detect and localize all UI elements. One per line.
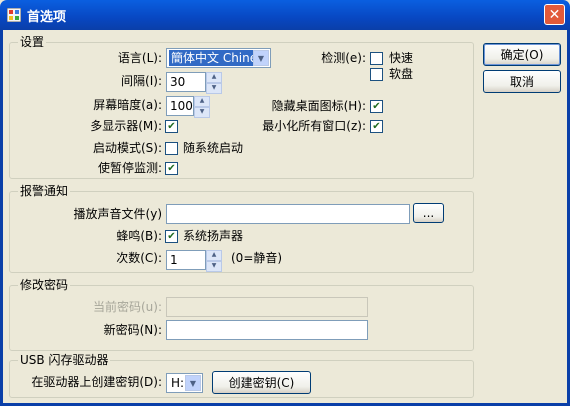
multi-monitor-checkbox[interactable] xyxy=(165,120,178,133)
pause-checkbox[interactable] xyxy=(165,162,178,175)
interval-label: 间隔(I): xyxy=(121,74,162,88)
new-password-field[interactable] xyxy=(166,320,368,340)
detect-fast-label[interactable]: 快速 xyxy=(389,50,413,66)
current-password-label: 当前密码(u): xyxy=(92,300,162,314)
close-icon: ✕ xyxy=(548,6,561,23)
ok-button[interactable]: 确定(O) xyxy=(483,43,561,66)
spin-down-icon[interactable]: ▼ xyxy=(206,83,222,94)
startup-label: 启动模式(S): xyxy=(92,141,162,155)
spin-up-icon[interactable]: ▲ xyxy=(194,96,210,107)
detect-disk-checkbox[interactable] xyxy=(370,68,383,81)
count-hint: (0=静音) xyxy=(231,251,283,265)
sound-file-input[interactable] xyxy=(166,204,410,224)
alarm-group-title: 报警通知 xyxy=(18,184,71,198)
drive-label: 在驱动器上创建密钥(D): xyxy=(31,375,162,389)
sound-file-label: 播放声音文件(y) xyxy=(73,207,162,221)
spin-down-icon[interactable]: ▼ xyxy=(194,107,210,118)
password-group-title: 修改密码 xyxy=(18,278,71,292)
window-title: 首选项 xyxy=(27,10,67,25)
spin-down-icon[interactable]: ▼ xyxy=(206,261,222,272)
count-stepper[interactable]: ▲ ▼ xyxy=(206,250,222,272)
minimize-checkbox[interactable] xyxy=(370,120,383,133)
language-select[interactable]: 簡体中文 Chines ▼ xyxy=(166,48,271,68)
dim-stepper[interactable]: ▲ ▼ xyxy=(194,96,210,118)
browse-button-label: ... xyxy=(422,206,435,220)
multi-monitor-label: 多显示器(M): xyxy=(90,119,162,133)
startup-checkbox[interactable] xyxy=(165,142,178,155)
settings-group-title: 设置 xyxy=(18,35,47,49)
chevron-down-icon[interactable]: ▼ xyxy=(185,375,201,391)
interval-field[interactable]: 30 xyxy=(166,72,206,92)
cancel-button[interactable]: 取消 xyxy=(483,70,561,93)
detect-fast-checkbox[interactable] xyxy=(370,52,383,65)
hide-icon-checkbox[interactable] xyxy=(370,100,383,113)
app-icon xyxy=(7,8,21,22)
drive-value: H: xyxy=(171,376,185,390)
spin-up-icon[interactable]: ▲ xyxy=(206,250,222,261)
beep-option-label[interactable]: 系统扬声器 xyxy=(183,228,243,244)
detect-disk-label[interactable]: 软盘 xyxy=(389,66,413,82)
count-field[interactable]: 1 xyxy=(166,250,206,270)
spin-up-icon[interactable]: ▲ xyxy=(206,72,222,83)
password-group: 修改密码 xyxy=(9,278,474,351)
create-key-button-label: 创建密钥(C) xyxy=(228,376,295,390)
startup-option-label[interactable]: 随系统启动 xyxy=(183,140,243,156)
beep-checkbox[interactable] xyxy=(165,230,178,243)
cancel-button-label: 取消 xyxy=(509,75,534,89)
hide-icon-label: 隐藏桌面图标(H): xyxy=(271,99,366,113)
dim-label: 屏幕暗度(a): xyxy=(93,98,162,112)
minimize-label: 最小化所有窗口(z): xyxy=(262,119,366,133)
language-label: 语言(L): xyxy=(117,51,162,65)
beep-label: 蜂鸣(B): xyxy=(116,229,162,243)
title-bar[interactable]: 首选项 ✕ xyxy=(0,0,570,30)
create-key-button[interactable]: 创建密钥(C) xyxy=(212,371,311,394)
usb-group-title: USB 闪存驱动器 xyxy=(18,353,111,367)
chevron-down-icon[interactable]: ▼ xyxy=(253,50,269,66)
language-value: 簡体中文 Chines xyxy=(169,50,253,66)
interval-stepper[interactable]: ▲ ▼ xyxy=(206,72,222,94)
count-label: 次数(C): xyxy=(116,251,162,265)
ok-button-label: 确定(O) xyxy=(500,48,544,62)
new-password-label: 新密码(N): xyxy=(103,323,162,337)
close-button[interactable]: ✕ xyxy=(544,4,565,25)
current-password-field xyxy=(166,297,368,317)
detect-label: 检测(e): xyxy=(321,51,366,65)
pause-label: 使暂停监测: xyxy=(97,161,162,175)
dim-field[interactable]: 100 xyxy=(166,96,194,116)
browse-button[interactable]: ... xyxy=(413,203,444,223)
drive-select[interactable]: H: ▼ xyxy=(166,373,203,393)
